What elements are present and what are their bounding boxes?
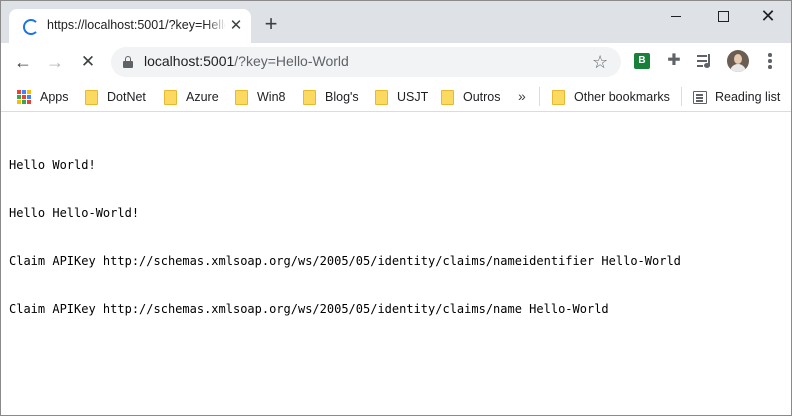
stop-loading-button[interactable]: ✕ [75, 49, 101, 75]
reading-list-icon [693, 91, 707, 104]
content-line: Hello Hello-World! [9, 206, 140, 220]
profile-avatar[interactable] [727, 50, 749, 72]
url-path: /?key=Hello-World [234, 53, 349, 69]
extension-b-icon[interactable]: B [634, 53, 650, 69]
minimize-button[interactable] [653, 1, 699, 31]
tab-title: https://localhost:5001/?key=Hello-World [47, 18, 225, 32]
browser-window: https://localhost:5001/?key=Hello-World … [0, 0, 792, 416]
tab-title-fade [205, 15, 227, 37]
folder-icon [235, 90, 248, 105]
apps-grid-icon [17, 90, 31, 104]
bookmarks-divider [681, 87, 682, 106]
bookmark-label: Azure [186, 90, 219, 104]
folder-icon [552, 90, 565, 105]
reading-list-label: Reading list [715, 90, 781, 104]
address-bar[interactable]: localhost:5001/?key=Hello-World ☆ [111, 47, 621, 77]
bookmarks-bar: Apps DotNet Azure Win8 Blog's USJT Outro… [1, 81, 791, 112]
bookmark-apps-label: Apps [40, 90, 69, 104]
back-button[interactable]: ← [10, 49, 36, 75]
url-host: localhost:5001 [144, 53, 235, 69]
loading-spinner-icon [23, 19, 39, 35]
tab-close-icon[interactable]: ✕ [228, 18, 244, 34]
bookmark-label: Outros [463, 90, 501, 104]
bookmarks-divider [539, 87, 540, 106]
lock-icon[interactable] [123, 56, 133, 68]
media-control-icon[interactable] [695, 51, 715, 71]
folder-icon [85, 90, 98, 105]
bookmark-label: Blog's [325, 90, 359, 104]
bookmark-label: DotNet [107, 90, 146, 104]
bookmark-label: Win8 [257, 90, 286, 104]
content-line: Hello World! [9, 158, 96, 172]
forward-button[interactable]: → [42, 49, 68, 75]
content-line: Claim APIKey http://schemas.xmlsoap.org/… [9, 302, 609, 316]
more-bookmarks-chevron-icon[interactable]: » [518, 85, 526, 107]
folder-icon [164, 90, 177, 105]
maximize-button[interactable] [699, 1, 745, 31]
bookmark-star-icon[interactable]: ☆ [592, 51, 608, 73]
bookmark-label: USJT [397, 90, 429, 104]
folder-icon [303, 90, 316, 105]
active-tab[interactable]: https://localhost:5001/?key=Hello-World … [9, 9, 251, 43]
page-content: Hello World! Hello Hello-World! Claim AP… [9, 125, 681, 349]
content-line: Claim APIKey http://schemas.xmlsoap.org/… [9, 254, 681, 268]
tab-strip: https://localhost:5001/?key=Hello-World … [1, 1, 791, 43]
folder-icon [441, 90, 454, 105]
folder-icon [375, 90, 388, 105]
extensions-puzzle-icon[interactable]: ✚ [665, 52, 683, 70]
close-window-button[interactable]: ✕ [745, 1, 791, 31]
more-menu-icon[interactable] [765, 51, 775, 71]
url-text[interactable]: localhost:5001/?key=Hello-World [144, 53, 349, 69]
new-tab-button[interactable]: + [259, 13, 283, 37]
other-bookmarks-label: Other bookmarks [574, 90, 670, 104]
